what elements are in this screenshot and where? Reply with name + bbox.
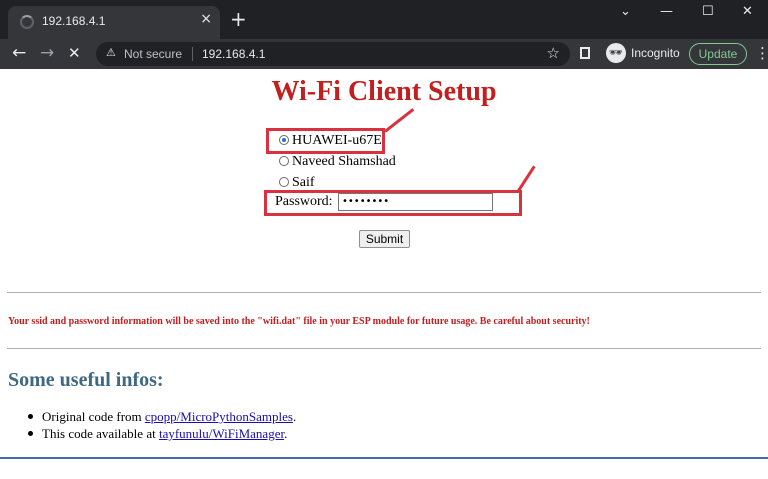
- highlight-box-password: [264, 190, 522, 216]
- radio-icon[interactable]: [279, 156, 289, 166]
- incognito-icon[interactable]: 🕶: [606, 43, 626, 63]
- browser-tab[interactable]: 192.168.4.1 ×: [8, 6, 220, 39]
- infos-heading: Some useful infos:: [8, 369, 164, 391]
- bookmark-star-icon[interactable]: ☆: [547, 44, 560, 62]
- network-option-2[interactable]: Naveed Shamshad: [279, 154, 396, 170]
- incognito-label[interactable]: Incognito: [631, 46, 680, 60]
- ssid-label: Naveed Shamshad: [292, 154, 396, 169]
- side-panel-icon[interactable]: [580, 47, 590, 59]
- list-item-suffix: .: [292, 409, 297, 424]
- ssid-label: Saif: [292, 175, 315, 190]
- list-item: This code available at tayfunulu/WiFiMan…: [28, 426, 287, 442]
- security-label[interactable]: Not secure: [124, 47, 182, 61]
- tab-title: 192.168.4.1: [42, 14, 106, 28]
- back-button[interactable]: ←: [12, 43, 26, 63]
- horizontal-rule: [7, 348, 761, 349]
- update-button[interactable]: Update: [689, 43, 747, 65]
- list-item-text: This code available at: [42, 426, 159, 441]
- radio-icon[interactable]: [279, 177, 289, 187]
- window-bottom-border: [0, 457, 768, 459]
- minimize-button[interactable]: —: [660, 4, 673, 19]
- browser-toolbar: ← → ✕ ⚠ Not secure 192.168.4.1 ☆ 🕶 Incog…: [0, 39, 768, 69]
- highlight-pointer-line: [384, 108, 415, 133]
- close-window-button[interactable]: ✕: [742, 4, 753, 19]
- highlight-box-ssid: [266, 128, 385, 154]
- url-text[interactable]: 192.168.4.1: [202, 47, 265, 61]
- list-item-suffix: .: [284, 426, 288, 441]
- highlight-pointer-line: [516, 165, 536, 193]
- warning-icon[interactable]: ⚠: [106, 46, 116, 59]
- tab-close-icon[interactable]: ×: [200, 11, 212, 27]
- page-title: Wi-Fi Client Setup: [271, 76, 497, 107]
- submit-button[interactable]: Submit: [359, 230, 410, 248]
- stop-loading-button[interactable]: ✕: [68, 43, 81, 63]
- security-notice: Your ssid and password information will …: [8, 316, 590, 327]
- maximize-button[interactable]: ☐: [702, 4, 714, 19]
- tab-strip: 192.168.4.1 × + ⌄ — ☐ ✕: [0, 0, 768, 39]
- address-bar[interactable]: ⚠ Not secure 192.168.4.1 ☆: [96, 42, 570, 66]
- tab-search-icon[interactable]: ⌄: [620, 4, 631, 19]
- horizontal-rule: [7, 292, 761, 293]
- more-menu-icon[interactable]: ⋮: [755, 45, 768, 61]
- network-option-3[interactable]: Saif: [279, 175, 315, 191]
- divider: [192, 47, 193, 61]
- list-item-text: Original code from: [42, 409, 145, 424]
- bullet-icon: [28, 414, 33, 419]
- new-tab-button[interactable]: +: [230, 8, 247, 30]
- repo-link[interactable]: tayfunulu/WiFiManager: [159, 426, 284, 441]
- forward-button[interactable]: →: [40, 43, 54, 63]
- list-item: Original code from cpopp/MicroPythonSamp…: [28, 409, 296, 425]
- loading-spinner-icon: [20, 15, 34, 29]
- bullet-icon: [28, 431, 33, 436]
- source-link[interactable]: cpopp/MicroPythonSamples: [145, 409, 293, 424]
